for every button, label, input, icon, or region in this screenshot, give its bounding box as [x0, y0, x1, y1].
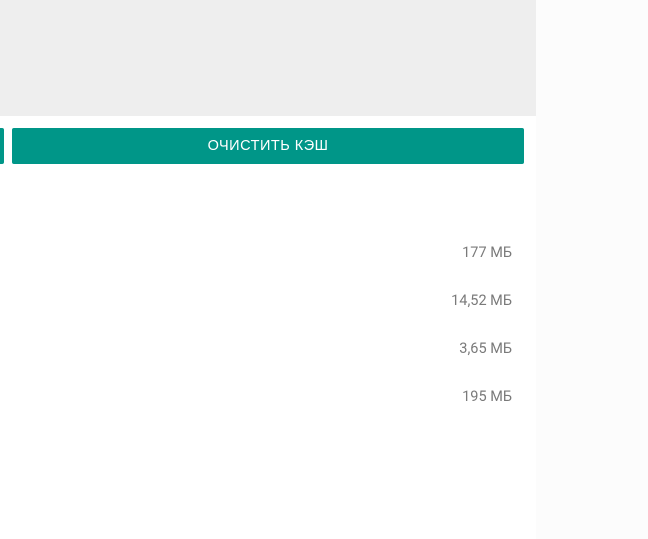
storage-settings-panel: ОЧИСТИТЬ КЭШ 177 МБ 14,52 МБ 3,65 МБ 195… [0, 0, 648, 539]
storage-row: 177 МБ [0, 228, 512, 276]
storage-value: 14,52 МБ [451, 292, 512, 309]
header-panel [0, 0, 536, 116]
storage-value: 195 МБ [462, 388, 512, 405]
clear-cache-button[interactable]: ОЧИСТИТЬ КЭШ [12, 128, 524, 164]
adjacent-button-sliver[interactable] [0, 128, 4, 164]
storage-value: 177 МБ [462, 244, 512, 261]
storage-row: 195 МБ [0, 372, 512, 420]
storage-row: 14,52 МБ [0, 276, 512, 324]
right-gutter [536, 0, 648, 539]
storage-values-list: 177 МБ 14,52 МБ 3,65 МБ 195 МБ [0, 228, 512, 420]
storage-value: 3,65 МБ [459, 340, 512, 357]
storage-row: 3,65 МБ [0, 324, 512, 372]
